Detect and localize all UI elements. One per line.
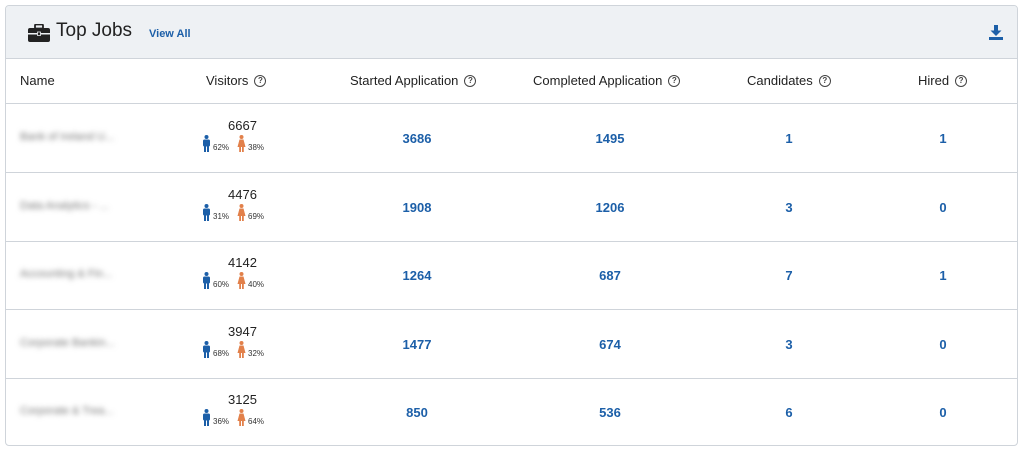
hired-count[interactable]: 0	[939, 337, 946, 352]
male-percentage: 62%	[213, 143, 230, 152]
table-row[interactable]: Corporate & Trea... 3125 36% 64% 850 536…	[6, 378, 1017, 445]
column-header-started-application[interactable]: Started Application ?	[350, 73, 477, 88]
table-row[interactable]: Accounting & Fin... 4142 60% 40% 1264 68…	[6, 241, 1017, 310]
page-title: Top Jobs	[56, 20, 133, 41]
gender-split: 68% 32%	[202, 340, 272, 358]
visitor-count: 4476	[228, 186, 257, 202]
completed-application-count[interactable]: 1495	[596, 131, 625, 146]
candidates-count[interactable]: 1	[785, 131, 792, 146]
column-header-hired[interactable]: Hired ?	[918, 73, 968, 88]
completed-application-count[interactable]: 1206	[596, 200, 625, 215]
started-application-count[interactable]: 3686	[403, 131, 432, 146]
hired-count[interactable]: 1	[939, 131, 946, 146]
candidates-count[interactable]: 3	[785, 337, 792, 352]
male-person-icon	[203, 135, 210, 152]
candidates-count[interactable]: 3	[785, 200, 792, 215]
completed-application-count[interactable]: 687	[599, 268, 621, 283]
column-header-visitors[interactable]: Visitors ?	[206, 73, 267, 88]
hired-count[interactable]: 0	[939, 405, 946, 420]
column-header-name[interactable]: Name	[20, 73, 55, 88]
female-person-icon	[237, 135, 246, 152]
female-person-icon	[237, 203, 246, 221]
completed-application-count[interactable]: 536	[599, 405, 621, 420]
view-all-link[interactable]: View All	[149, 28, 191, 40]
visitor-count: 6667	[228, 118, 257, 133]
visitor-count: 4142	[228, 255, 257, 270]
male-person-icon	[203, 203, 210, 221]
job-name[interactable]: Accounting & Fin...	[20, 268, 112, 280]
briefcase-icon	[28, 24, 50, 42]
male-percentage: 68%	[213, 348, 230, 358]
started-application-count[interactable]: 1264	[403, 268, 432, 283]
job-name[interactable]: Corporate Bankin...	[20, 337, 115, 349]
female-person-icon	[237, 409, 246, 426]
help-circle-icon[interactable]: ?	[464, 74, 477, 87]
hired-count[interactable]: 0	[939, 200, 946, 215]
female-percentage: 38%	[248, 143, 265, 152]
gender-split: 36% 64%	[202, 409, 272, 426]
candidates-count[interactable]: 6	[785, 405, 792, 420]
female-person-icon	[237, 272, 246, 289]
download-icon[interactable]	[989, 25, 1003, 40]
table-row[interactable]: Bank of Ireland U... 6667 62% 38% 3686 1…	[6, 104, 1017, 173]
table-row[interactable]: Corporate Bankin... 3947 68% 32% 1477 67…	[6, 310, 1017, 379]
help-circle-icon[interactable]: ?	[254, 74, 267, 87]
male-percentage: 36%	[213, 417, 230, 426]
help-circle-icon[interactable]: ?	[955, 74, 968, 87]
card-header: Top Jobs View All	[6, 6, 1017, 59]
male-person-icon	[203, 409, 210, 426]
male-person-icon	[203, 272, 210, 289]
started-application-count[interactable]: 850	[406, 405, 428, 420]
job-name[interactable]: Corporate & Trea...	[20, 405, 114, 417]
top-jobs-card: Top Jobs View All Name Visitors ? Starte…	[5, 5, 1018, 446]
gender-split: 60% 40%	[202, 272, 272, 289]
hired-count[interactable]: 1	[939, 268, 946, 283]
male-percentage: 31%	[213, 211, 230, 221]
started-application-count[interactable]: 1477	[403, 337, 432, 352]
visitor-count: 3947	[228, 323, 257, 339]
column-header-completed-application[interactable]: Completed Application ?	[533, 73, 681, 88]
table-header: Name Visitors ? Started Application ? Co…	[6, 59, 1017, 104]
female-person-icon	[237, 340, 246, 358]
started-application-count[interactable]: 1908	[403, 200, 432, 215]
male-percentage: 60%	[213, 280, 230, 289]
visitor-count: 3125	[228, 392, 257, 407]
male-person-icon	[203, 340, 210, 358]
female-percentage: 69%	[248, 211, 265, 221]
gender-split: 31% 69%	[202, 203, 272, 221]
help-circle-icon[interactable]: ?	[668, 74, 681, 87]
female-percentage: 32%	[248, 348, 265, 358]
completed-application-count[interactable]: 674	[599, 337, 621, 352]
column-header-candidates[interactable]: Candidates ?	[747, 73, 831, 88]
candidates-count[interactable]: 7	[785, 268, 792, 283]
job-name[interactable]: Bank of Ireland U...	[20, 131, 114, 143]
job-name[interactable]: Data Analytics - ...	[20, 200, 109, 212]
female-percentage: 40%	[248, 280, 265, 289]
gender-split: 62% 38%	[202, 135, 272, 152]
female-percentage: 64%	[248, 417, 265, 426]
table-row[interactable]: Data Analytics - ... 4476 31% 69% 1908 1…	[6, 173, 1017, 242]
help-circle-icon[interactable]: ?	[818, 74, 831, 87]
